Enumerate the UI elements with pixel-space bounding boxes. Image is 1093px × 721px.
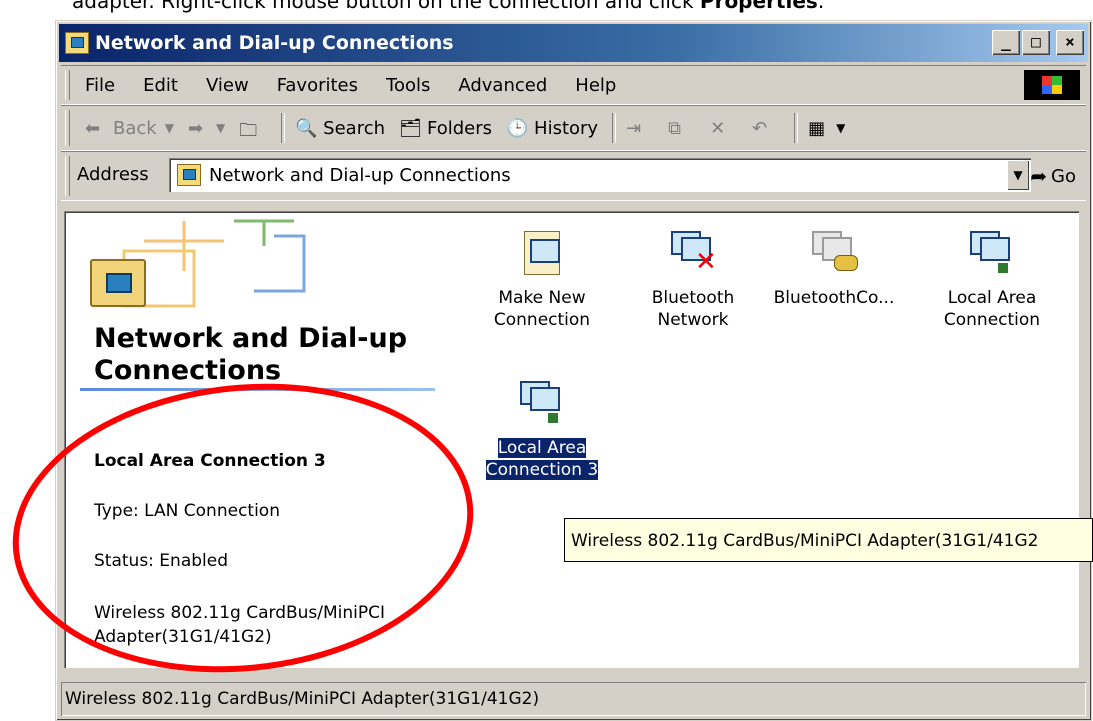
forward-arrow-icon: ➡ [187, 118, 204, 139]
undo-icon: ↶ [752, 118, 768, 139]
back-dropdown-icon[interactable]: ▼ [165, 121, 174, 135]
icon-label-line1: BluetoothCo... [773, 288, 895, 308]
standard-toolbar: ⬅ Back ▼ ➡ ▼ 🗀 🔍 Search 🗂 Folders 🕒 Hist… [61, 105, 1086, 151]
toolbar-grip[interactable] [65, 110, 70, 146]
lan-connection-icon [970, 231, 1014, 275]
back-label: Back [113, 117, 157, 139]
window-title: Network and Dial-up Connections [95, 32, 454, 54]
minimize-button[interactable]: _ [992, 30, 1020, 55]
icon-label-line2: Connection [943, 310, 1041, 330]
icon-label-line1: Local Area [497, 438, 587, 458]
go-button[interactable]: ➦ Go [1030, 164, 1076, 188]
forward-button[interactable]: ➡ ▼ [187, 118, 225, 139]
instruction-text: adapter. Right-click mouse button on the… [0, 0, 1093, 16]
history-icon: 🕒 [506, 118, 529, 139]
status-bar: Wireless 802.11g CardBus/MiniPCI Adapter… [61, 682, 1086, 716]
folders-button[interactable]: 🗂 Folders [399, 117, 493, 140]
icon-label-line2: Connection [493, 310, 591, 330]
windows-logo-icon [1024, 70, 1080, 100]
menu-bar: File Edit View Favorites Tools Advanced … [61, 65, 1086, 105]
network-folder-icon [177, 164, 201, 186]
up-folder-icon: 🗀 [239, 120, 258, 141]
go-arrow-icon: ➦ [1030, 164, 1048, 188]
history-label: History [534, 117, 599, 139]
icon-make-new-connection[interactable]: Make New Connection [476, 231, 608, 331]
delete-button[interactable]: ✕ [710, 118, 738, 139]
views-button[interactable]: ▦ ▼ [808, 118, 845, 139]
address-grip[interactable] [65, 156, 70, 196]
network-folder-icon [90, 259, 146, 307]
search-button[interactable]: 🔍 Search [295, 117, 386, 140]
move-to-button[interactable]: ⇥ [626, 118, 654, 139]
address-label: Address [77, 164, 149, 185]
panel-title: Network and Dial-up Connections [94, 323, 408, 386]
instruction-pre: adapter. Right-click mouse button on the… [72, 0, 700, 13]
adapter-tooltip: Wireless 802.11g CardBus/MiniPCI Adapter… [564, 518, 1093, 562]
forward-dropdown-icon[interactable]: ▼ [216, 121, 225, 135]
title-bar[interactable]: Network and Dial-up Connections _ □ × [59, 24, 1088, 62]
network-folder-icon [65, 32, 89, 54]
menu-favorites[interactable]: Favorites [277, 75, 358, 96]
views-icon: ▦ [808, 118, 826, 139]
icon-label-line2: Connection 3 [485, 460, 599, 480]
icon-bluetooth-connection[interactable]: BluetoothCo... [768, 231, 900, 309]
menu-help[interactable]: Help [575, 75, 616, 96]
menu-file[interactable]: File [85, 75, 115, 96]
instruction-post: . [817, 0, 825, 13]
menu-view[interactable]: View [206, 75, 249, 96]
icon-label-line1: Bluetooth [651, 288, 735, 308]
address-dropdown-button[interactable]: ▼ [1007, 160, 1029, 190]
address-input[interactable]: Network and Dial-up Connections ▼ [169, 158, 1031, 192]
history-button[interactable]: 🕒 History [506, 117, 599, 140]
dialup-connection-icon [812, 231, 858, 275]
menu-grip[interactable] [65, 70, 70, 100]
icon-label-line1: Make New [498, 288, 586, 308]
back-arrow-icon: ⬅ [85, 118, 101, 139]
copy-to-icon: ⧉ [668, 118, 681, 139]
disconnected-network-icon: ✕ [671, 231, 717, 275]
icon-local-area-connection-3[interactable]: Local Area Connection 3 [476, 381, 608, 481]
menu-edit[interactable]: Edit [143, 75, 178, 96]
folders-icon: 🗂 [399, 118, 422, 139]
search-icon: 🔍 [295, 118, 318, 139]
menu-tools[interactable]: Tools [386, 75, 430, 96]
toolbar-separator [612, 113, 617, 143]
icon-label-line2: Network [657, 310, 729, 330]
views-dropdown-icon[interactable]: ▼ [836, 121, 845, 135]
move-to-icon: ⇥ [626, 118, 642, 139]
icon-label-line1: Local Area [947, 288, 1037, 308]
close-button[interactable]: × [1056, 30, 1084, 55]
undo-button[interactable]: ↶ [752, 118, 780, 139]
copy-to-button[interactable]: ⧉ [668, 118, 696, 139]
address-value: Network and Dial-up Connections [209, 164, 511, 186]
icon-local-area-connection[interactable]: Local Area Connection [926, 231, 1058, 331]
toolbar-separator [794, 113, 799, 143]
menu-advanced[interactable]: Advanced [458, 75, 547, 96]
folders-label: Folders [427, 117, 493, 139]
wizard-icon [520, 231, 564, 275]
search-label: Search [323, 117, 386, 139]
lan-connection-icon [520, 381, 564, 425]
maximize-button[interactable]: □ [1022, 30, 1050, 55]
go-label: Go [1051, 165, 1076, 187]
delete-icon: ✕ [710, 118, 726, 139]
instruction-bold: Properties [699, 0, 818, 13]
address-bar: Address Network and Dial-up Connections … [61, 151, 1086, 201]
up-folder-button[interactable]: 🗀 [239, 118, 267, 141]
icon-bluetooth-network[interactable]: ✕ Bluetooth Network [627, 231, 759, 331]
back-button[interactable]: ⬅ Back ▼ [85, 117, 174, 140]
toolbar-separator [281, 113, 286, 143]
